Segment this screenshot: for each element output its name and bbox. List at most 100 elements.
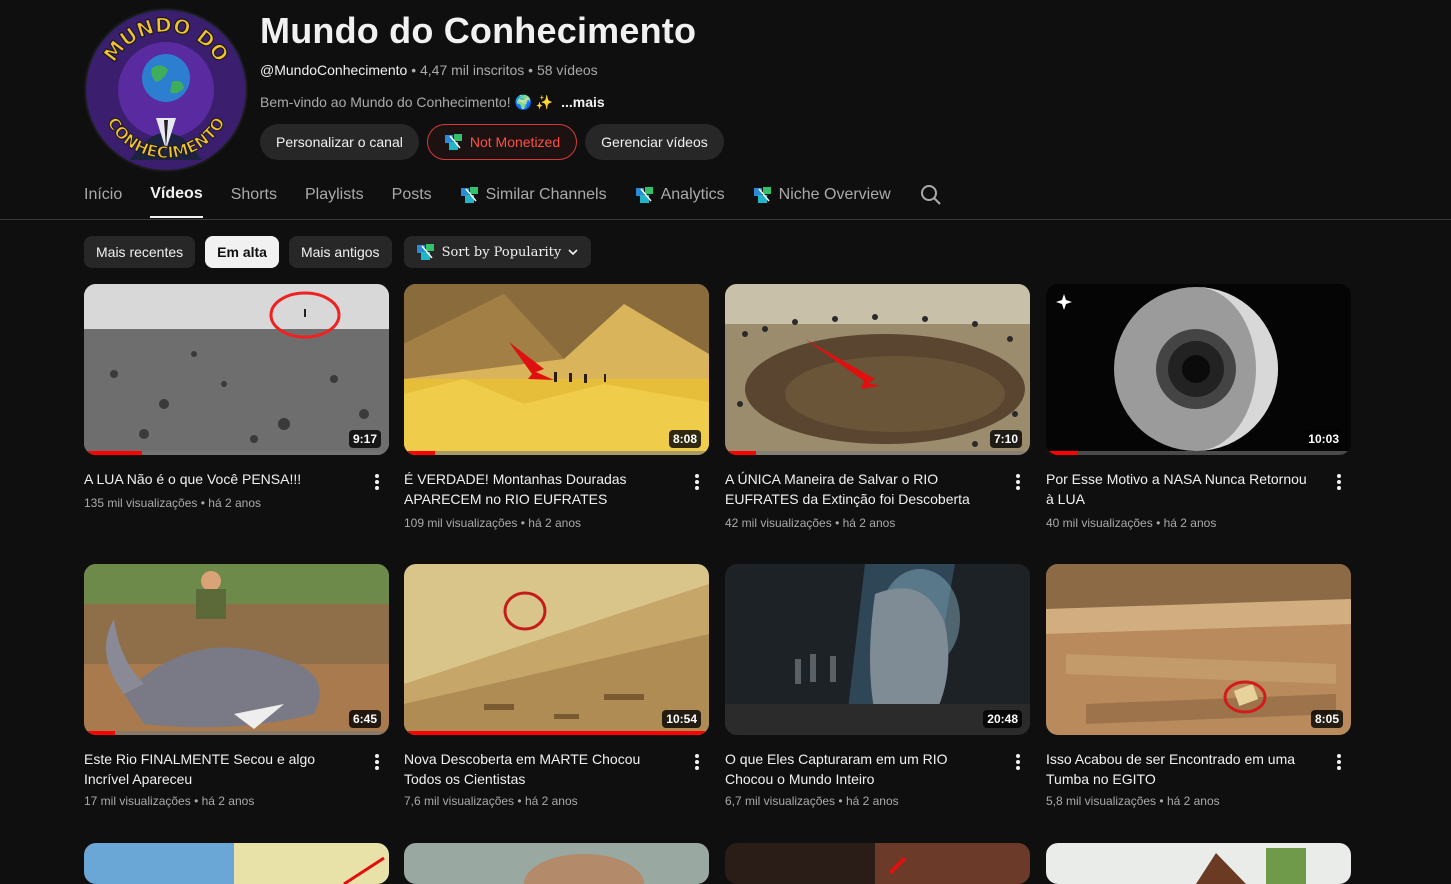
chevron-down-icon	[568, 249, 578, 256]
channel-avatar[interactable]: MUNDO DO CONHECIMENTO	[84, 8, 248, 172]
video-card[interactable]	[1046, 843, 1351, 884]
upload-age: há 2 anos	[528, 516, 581, 530]
video-stats: 7,6 mil visualizações • há 2 anos	[404, 794, 578, 808]
watch-progress-bar	[1046, 451, 1077, 455]
more-actions-button[interactable]	[367, 472, 387, 492]
view-count: 40 mil visualizações	[1046, 516, 1153, 530]
extension-logo-icon	[444, 133, 464, 151]
video-title[interactable]: Este Rio FINALMENTE Secou e algo Incríve…	[84, 749, 354, 789]
video-thumbnail[interactable]	[84, 843, 389, 884]
stats-separator: •	[838, 794, 843, 808]
video-stats: 109 mil visualizações • há 2 anos	[404, 516, 581, 530]
video-title[interactable]: O que Eles Capturaram em um RIO Chocou o…	[725, 749, 995, 789]
tab-analytics[interactable]: Analytics	[635, 172, 725, 218]
tab-home[interactable]: Início	[84, 172, 122, 218]
video-card[interactable]	[404, 843, 709, 884]
video-title[interactable]: Nova Descoberta em MARTE Chocou Todos os…	[404, 749, 674, 789]
video-thumbnail[interactable]: 20:48	[725, 564, 1030, 735]
video-thumbnail[interactable]: 6:45	[84, 564, 389, 735]
tab-posts[interactable]: Posts	[392, 172, 432, 218]
tab-label: Início	[84, 186, 123, 203]
stats-separator: •	[520, 516, 525, 530]
tab-playlists[interactable]: Playlists	[305, 172, 364, 218]
more-actions-button[interactable]	[1008, 472, 1028, 492]
search-icon	[920, 185, 941, 205]
stats-separator: •	[517, 794, 522, 808]
progress-track	[84, 731, 389, 735]
video-card[interactable]	[84, 843, 389, 884]
progress-track	[1046, 451, 1351, 455]
extension-logo-icon	[635, 186, 655, 204]
video-card[interactable]: 20:48 O que Eles Capturaram em um RIO Ch…	[725, 564, 1030, 808]
video-thumbnail[interactable]: 9:17	[84, 284, 389, 455]
video-stats: 42 mil visualizações • há 2 anos	[725, 516, 895, 530]
more-vert-icon	[1016, 474, 1020, 490]
view-count: 42 mil visualizações	[725, 516, 832, 530]
more-actions-button[interactable]	[687, 752, 707, 772]
watch-progress-bar	[84, 451, 142, 455]
more-vert-icon	[375, 474, 379, 490]
video-card[interactable]: 8:05 Isso Acabou de ser Encontrado em um…	[1046, 564, 1351, 808]
video-card[interactable]: 10:03 Por Esse Motivo a NASA Nunca Retor…	[1046, 284, 1351, 530]
monetization-status-label: Not Monetized	[469, 134, 561, 150]
channel-description[interactable]: Bem-vindo ao Mundo do Conhecimento! 🌍 ✨ …	[260, 94, 605, 111]
video-card[interactable]: 6:45 Este Rio FINALMENTE Secou e algo In…	[84, 564, 389, 808]
customize-channel-button[interactable]: Personalizar o canal	[260, 124, 419, 160]
monetization-status-button[interactable]: Not Monetized	[426, 124, 578, 160]
video-thumbnail[interactable]: 8:05	[1046, 564, 1351, 735]
extension-logo-icon	[460, 186, 480, 204]
channel-actions: Personalizar o canal Not Monetized Geren…	[260, 124, 724, 160]
subscriber-count: 4,47 mil inscritos	[419, 62, 525, 78]
video-thumbnail[interactable]: 7:10	[725, 284, 1030, 455]
video-thumbnail[interactable]	[1046, 843, 1351, 884]
view-count: 135 mil visualizações	[84, 496, 198, 510]
channel-handle: @MundoConhecimento	[260, 62, 408, 78]
video-thumbnail[interactable]: 8:08	[404, 284, 709, 455]
video-thumbnail[interactable]: 10:03	[1046, 284, 1351, 455]
video-thumbnail[interactable]: 10:54	[404, 564, 709, 735]
customize-channel-label: Personalizar o canal	[276, 134, 403, 150]
video-thumbnail[interactable]	[404, 843, 709, 884]
video-card[interactable]	[725, 843, 1030, 884]
video-stats: 40 mil visualizações • há 2 anos	[1046, 516, 1216, 530]
more-actions-button[interactable]	[1329, 472, 1349, 492]
upload-age: há 2 anos	[524, 794, 578, 808]
filter-popular-chip[interactable]: Em alta	[205, 236, 279, 268]
channel-search-button[interactable]	[919, 183, 943, 207]
video-card[interactable]: 9:17 A LUA Não é o que Você PENSA!!! 135…	[84, 284, 389, 510]
tab-shorts[interactable]: Shorts	[231, 172, 277, 218]
more-actions-button[interactable]	[367, 752, 387, 772]
tab-label: Playlists	[304, 186, 364, 203]
more-actions-button[interactable]	[1329, 752, 1349, 772]
video-title[interactable]: Isso Acabou de ser Encontrado em uma Tum…	[1046, 749, 1316, 789]
video-title[interactable]: É VERDADE! Montanhas Douradas APARECEM n…	[404, 469, 674, 509]
more-actions-button[interactable]	[1008, 752, 1028, 772]
tab-videos[interactable]: Vídeos	[150, 172, 203, 218]
filter-recent-chip[interactable]: Mais recentes	[84, 236, 196, 268]
video-title[interactable]: A ÚNICA Maneira de Salvar o RIO EUFRATES…	[725, 469, 995, 509]
video-title[interactable]: A LUA Não é o que Você PENSA!!!	[84, 469, 354, 489]
upload-age: há 2 anos	[842, 516, 896, 530]
tab-niche-overview[interactable]: Niche Overview	[753, 172, 891, 218]
view-count: 17 mil visualizações	[84, 794, 191, 808]
tab-similar-channels[interactable]: Similar Channels	[460, 172, 607, 218]
channel-meta: @MundoConhecimento • 4,47 mil inscritos …	[260, 62, 598, 78]
filter-oldest-chip[interactable]: Mais antigos	[288, 236, 392, 268]
video-stats: 135 mil visualizações • há 2 anos	[84, 496, 261, 510]
video-card[interactable]: 10:54 Nova Descoberta em MARTE Chocou To…	[404, 564, 709, 808]
video-duration: 7:10	[989, 430, 1022, 448]
more-actions-button[interactable]	[687, 472, 707, 492]
video-thumbnail[interactable]	[725, 843, 1030, 884]
sort-dropdown[interactable]: Sort by Popularity	[403, 236, 592, 268]
channel-header: MUNDO DO CONHECIMENTO Mundo do Conhecime…	[84, 8, 1384, 172]
video-card[interactable]: 8:08 É VERDADE! Montanhas Douradas APARE…	[404, 284, 709, 530]
video-count: 58 vídeos	[536, 62, 598, 78]
video-duration: 10:54	[662, 710, 701, 728]
tab-label: Posts	[391, 186, 432, 203]
more-link[interactable]: ...mais	[561, 94, 605, 110]
tab-label: Similar Channels	[485, 186, 607, 203]
video-title[interactable]: Por Esse Motivo a NASA Nunca Retornou à …	[1046, 469, 1316, 509]
watch-progress-bar	[404, 451, 435, 455]
manage-videos-button[interactable]: Gerenciar vídeos	[585, 124, 724, 160]
video-card[interactable]: 7:10 A ÚNICA Maneira de Salvar o RIO EUF…	[725, 284, 1030, 530]
